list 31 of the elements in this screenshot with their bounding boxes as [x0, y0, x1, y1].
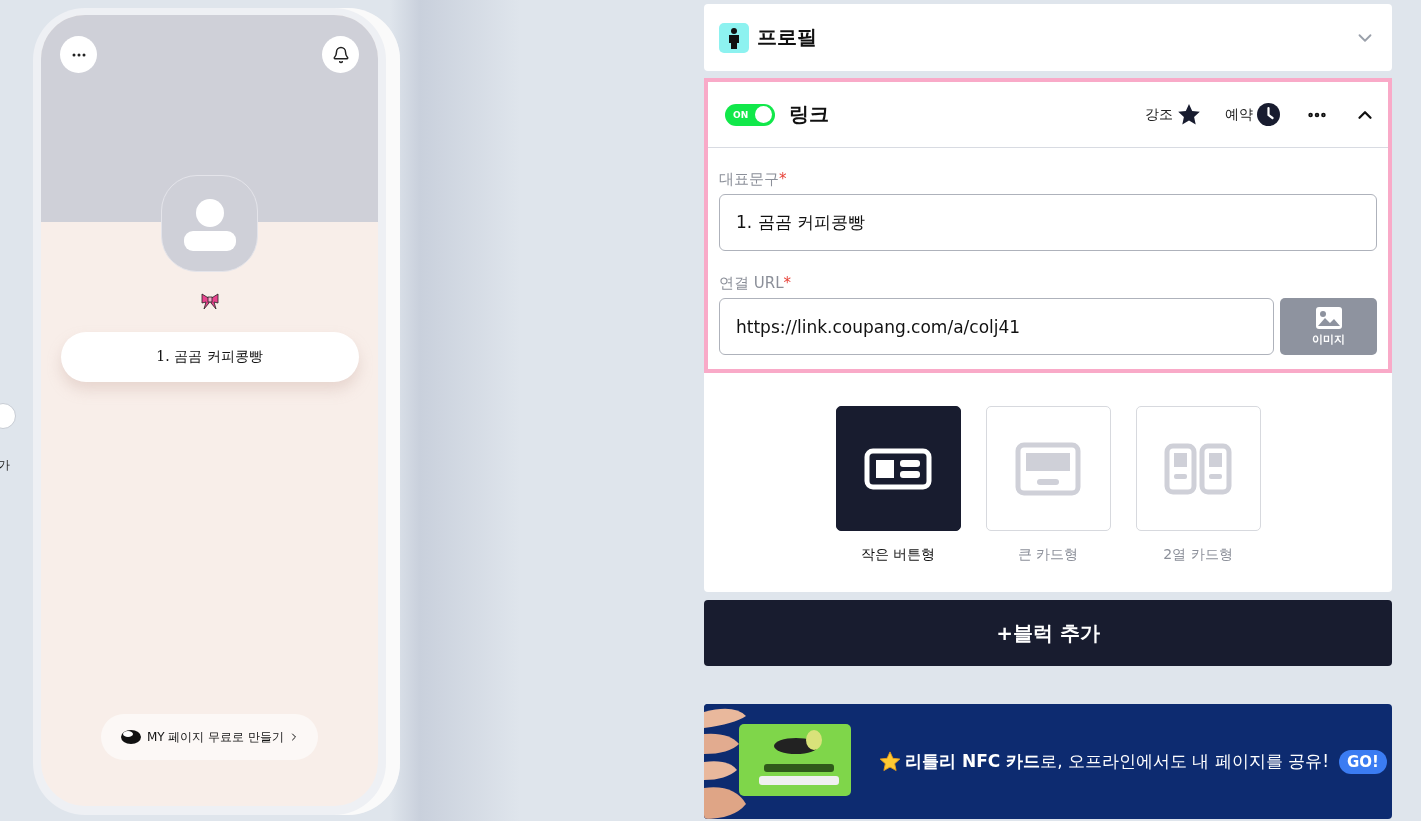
layout-option[interactable] — [835, 406, 961, 531]
more-icon — [71, 52, 86, 57]
add-block-button[interactable]: +블럭 추가 — [704, 600, 1392, 666]
layout-icon — [1015, 441, 1081, 496]
star-icon — [879, 751, 901, 772]
layout-label: 작은 버튼형 — [860, 546, 936, 564]
bow-icon — [199, 292, 220, 310]
promo-text: 리틀리 NFC 카드로, 오프라인에서도 내 페이지를 공유! — [905, 750, 1329, 773]
layout-icon — [864, 447, 932, 490]
promo-banner[interactable]: 리틀리 NFC 카드로, 오프라인에서도 내 페이지를 공유! GO! — [704, 704, 1392, 819]
text-field[interactable]: https://link.coupang.com/a/colj41 — [719, 298, 1274, 355]
person-icon — [719, 22, 749, 53]
make-page-button[interactable]: MY 페이지 무료로 만들기 — [100, 714, 319, 760]
image-icon — [1315, 306, 1342, 329]
text-field[interactable]: 1. 곰곰 커피콩빵 — [719, 194, 1377, 251]
block-title: 프로필 — [757, 24, 817, 51]
layout-label: 큰 카드형 — [1017, 546, 1079, 564]
bell-icon — [331, 45, 350, 64]
clock-icon[interactable] — [1257, 103, 1280, 126]
field-label: 연결 URL* — [719, 274, 793, 293]
star-icon[interactable] — [1177, 103, 1201, 126]
action-label[interactable]: 강조 — [1145, 105, 1173, 124]
mascot-icon — [118, 728, 143, 746]
block-title: 링크 — [789, 101, 829, 128]
layout-icon — [1164, 442, 1232, 495]
link-button[interactable]: 1. 곰곰 커피콩빵 — [60, 332, 359, 382]
go-badge[interactable]: GO! — [1339, 749, 1387, 774]
field-label: 대표문구* — [719, 170, 788, 189]
action-label[interactable]: 예약 — [1225, 105, 1253, 124]
layout-label: 2열 카드형 — [1163, 546, 1233, 564]
bell-button[interactable] — [322, 36, 359, 73]
